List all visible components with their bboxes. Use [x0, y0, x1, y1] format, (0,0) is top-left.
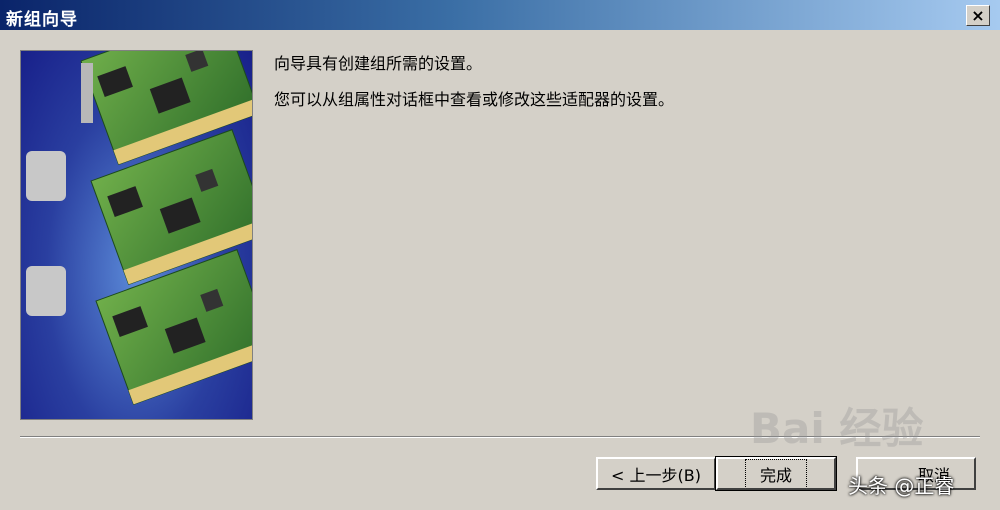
finish-button[interactable]: 完成 — [715, 456, 837, 491]
cancel-button-label: 取消 — [917, 465, 950, 485]
separator — [20, 436, 980, 438]
back-button[interactable]: < 上一步(B) — [596, 457, 716, 490]
network-adapter-cards-illustration-icon — [26, 51, 252, 406]
wizard-side-image — [20, 50, 253, 420]
close-icon: × — [971, 6, 985, 25]
info-text-line-1: 向导具有创建组所需的设置。 — [274, 54, 483, 73]
info-text-line-2: 您可以从组属性对话框中查看或修改这些适配器的设置。 — [274, 90, 675, 109]
wizard-content: 向导具有创建组所需的设置。 您可以从组属性对话框中查看或修改这些适配器的设置。 — [274, 52, 974, 112]
window-title: 新组向导 — [6, 10, 78, 30]
cancel-button[interactable]: 取消 — [856, 457, 976, 490]
finish-button-label: 完成 — [744, 459, 807, 488]
close-button[interactable]: × — [966, 5, 990, 26]
baidu-watermark: Bai 经验 — [750, 404, 924, 453]
title-bar[interactable]: 新组向导 × — [0, 0, 1000, 30]
back-button-label: < 上一步(B) — [611, 465, 701, 485]
